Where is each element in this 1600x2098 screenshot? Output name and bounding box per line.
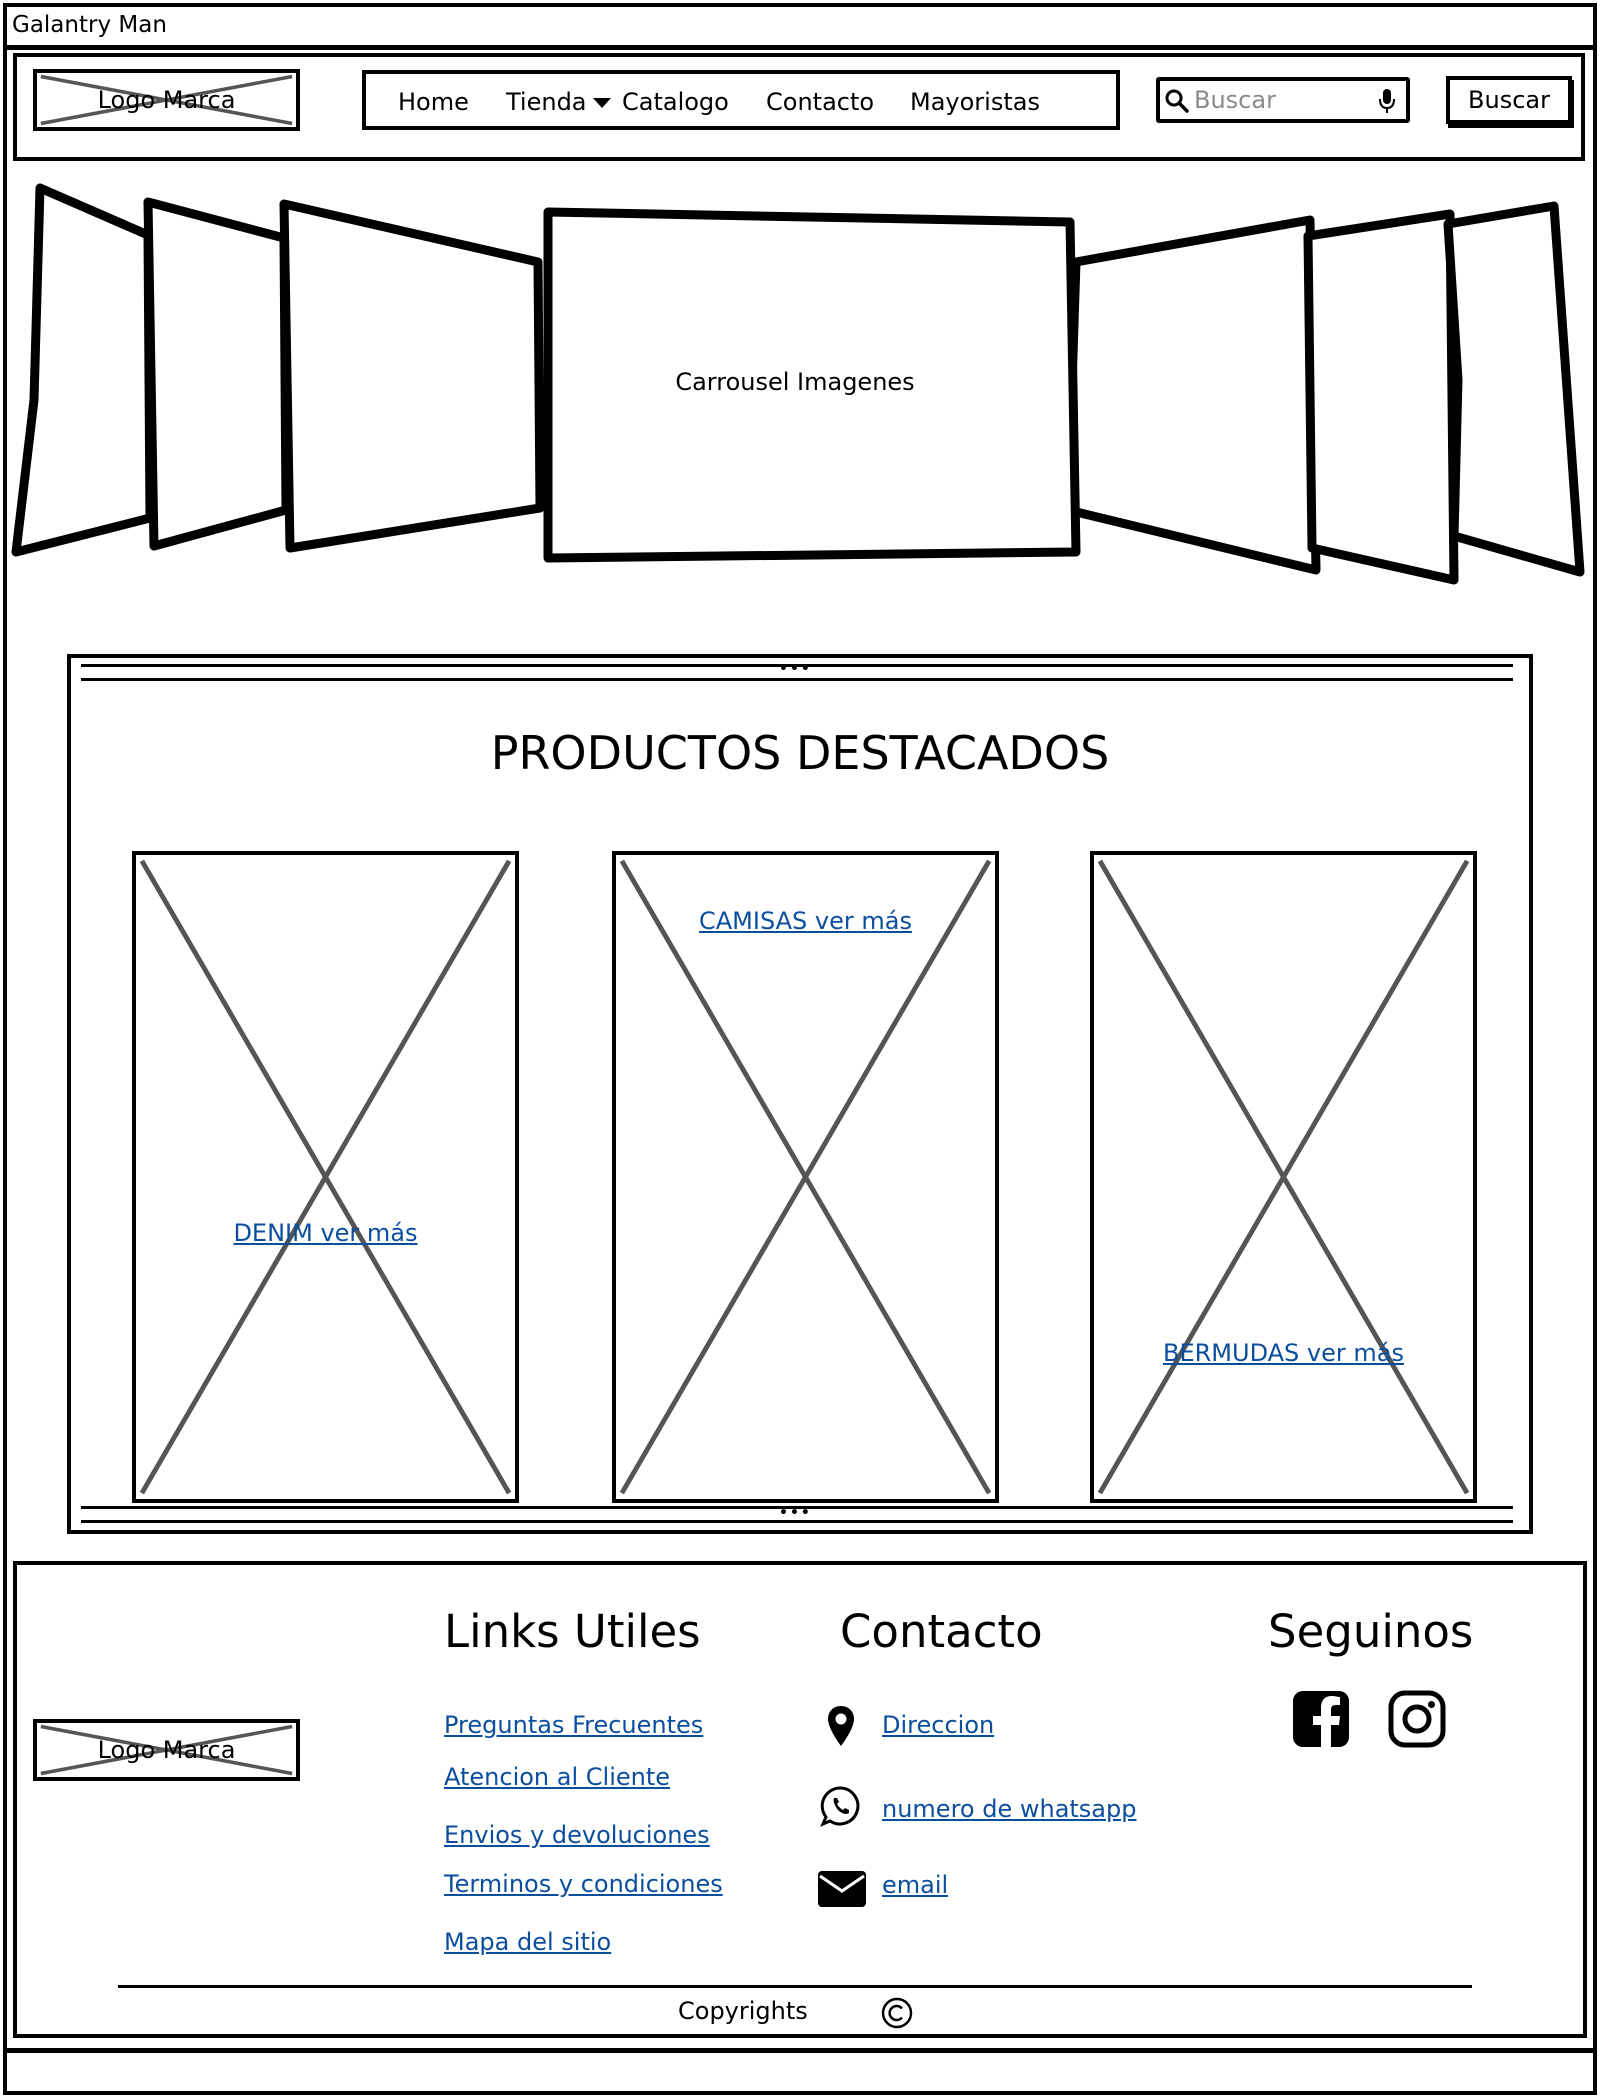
- contact-whatsapp-link[interactable]: numero de whatsapp: [882, 1794, 1136, 1824]
- chevron-down-icon: [592, 98, 611, 108]
- footer-link-shipping-returns[interactable]: Envios y devoluciones: [444, 1820, 710, 1850]
- microphone-icon[interactable]: [1378, 88, 1396, 114]
- image-placeholder-icon: [139, 859, 512, 1495]
- footer-logo[interactable]: Logo Marca: [33, 1719, 300, 1781]
- carousel-caption: Carrousel Imagenes: [675, 368, 915, 396]
- footer-divider: [118, 1985, 1472, 1988]
- copyright-icon: [881, 1997, 913, 2029]
- envelope-icon: [818, 1871, 866, 1907]
- social-heading: Seguinos: [1268, 1605, 1474, 1658]
- copyright-text: Copyrights: [678, 1997, 808, 2025]
- footer-link-terms[interactable]: Terminos y condiciones: [444, 1869, 723, 1899]
- product-link-camisas[interactable]: CAMISAS ver más: [616, 907, 995, 935]
- nav-tienda[interactable]: Tienda: [506, 87, 611, 117]
- facebook-icon[interactable]: [1292, 1690, 1350, 1748]
- nav-tienda-label: Tienda: [506, 88, 587, 116]
- main-nav: Home Tienda Catalogo Contacto Mayoristas: [362, 70, 1120, 130]
- map-pin-icon: [828, 1706, 854, 1746]
- search-button[interactable]: Buscar: [1446, 76, 1572, 124]
- links-heading: Links Utiles: [444, 1605, 701, 1658]
- nav-mayoristas[interactable]: Mayoristas: [910, 87, 1040, 117]
- title-bar-divider: [3, 45, 1597, 50]
- nav-contacto[interactable]: Contacto: [766, 87, 874, 117]
- image-placeholder-icon: [619, 859, 992, 1495]
- nav-catalogo[interactable]: Catalogo: [622, 87, 729, 117]
- contact-email-link[interactable]: email: [882, 1870, 948, 1900]
- product-card-denim[interactable]: DENIM ver más: [132, 851, 519, 1503]
- product-card-camisas[interactable]: CAMISAS ver más: [612, 851, 999, 1503]
- drag-handle-icon[interactable]: •••: [779, 1506, 812, 1520]
- instagram-icon[interactable]: [1388, 1690, 1446, 1748]
- footer-link-faq[interactable]: Preguntas Frecuentes: [444, 1710, 703, 1740]
- search-icon: [1165, 89, 1189, 113]
- header-logo[interactable]: Logo Marca: [33, 69, 300, 131]
- window-title: Galantry Man: [12, 12, 167, 38]
- logo-label: Logo Marca: [97, 1736, 236, 1764]
- image-placeholder-icon: [1097, 859, 1470, 1495]
- search-input[interactable]: [1194, 83, 1374, 117]
- contact-address-link[interactable]: Direccion: [882, 1710, 994, 1740]
- product-link-bermudas[interactable]: BERMUDAS ver más: [1094, 1339, 1473, 1367]
- footer-link-sitemap[interactable]: Mapa del sitio: [444, 1927, 611, 1957]
- drag-handle-icon[interactable]: •••: [779, 662, 812, 676]
- product-card-bermudas[interactable]: BERMUDAS ver más: [1090, 851, 1477, 1503]
- contact-heading: Contacto: [840, 1605, 1043, 1658]
- product-link-denim[interactable]: DENIM ver más: [136, 1219, 515, 1247]
- nav-home[interactable]: Home: [398, 87, 469, 117]
- section-top-rule-inner: [81, 678, 1513, 681]
- featured-title: PRODUCTOS DESTACADOS: [490, 726, 1110, 780]
- whatsapp-icon: [820, 1786, 860, 1827]
- logo-label: Logo Marca: [97, 86, 236, 114]
- status-bar-divider: [3, 2048, 1597, 2053]
- footer-link-customer-service[interactable]: Atencion al Cliente: [444, 1762, 670, 1792]
